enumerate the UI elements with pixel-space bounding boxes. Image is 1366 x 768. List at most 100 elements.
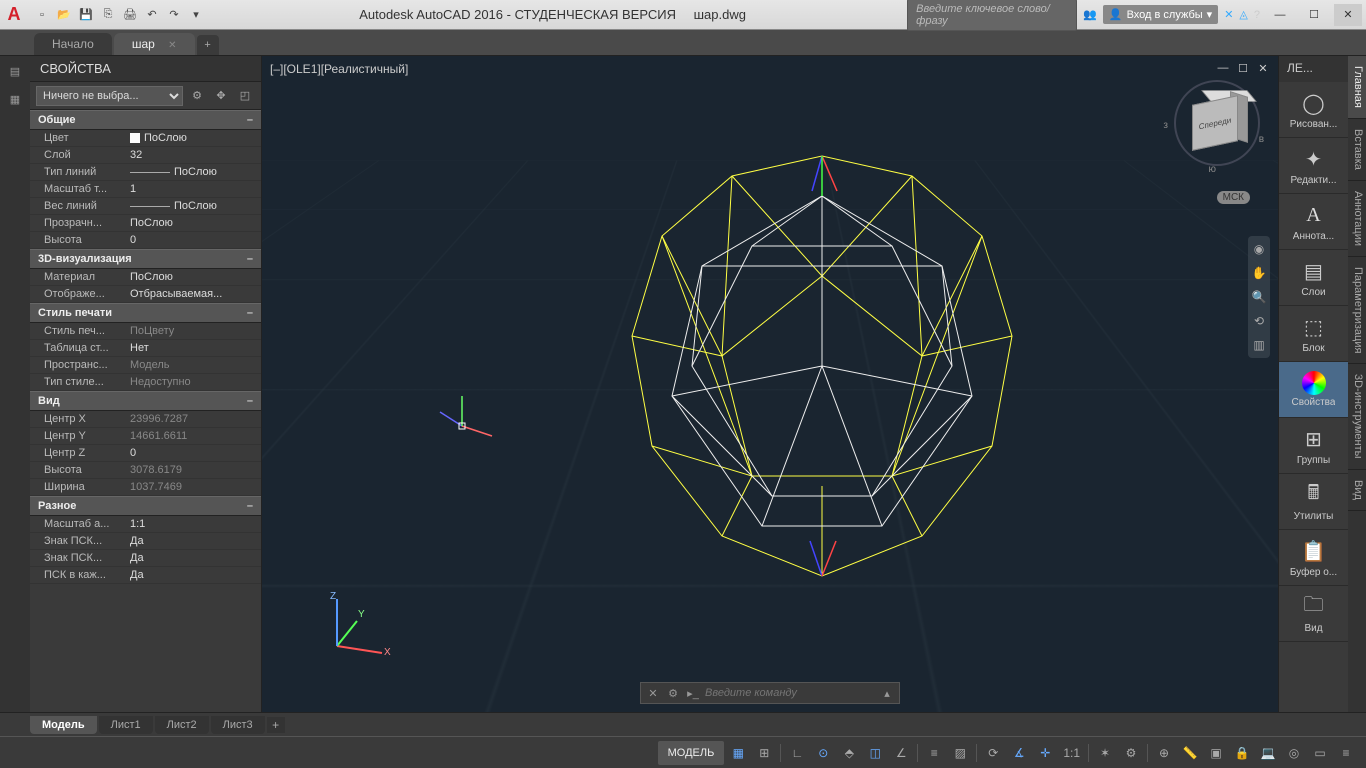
viewport-3d[interactable]: [–][OLE1][Реалистичный] — ☐ ✕ bbox=[262, 56, 1278, 712]
command-input[interactable] bbox=[705, 687, 875, 699]
undo-icon[interactable]: ↶ bbox=[142, 5, 162, 25]
tool-annotate[interactable]: AАннота... bbox=[1279, 194, 1348, 250]
infocenter-icon[interactable]: 👥 bbox=[1083, 8, 1097, 21]
props-quickselect-icon[interactable]: ⚙ bbox=[187, 86, 207, 106]
tool-groups[interactable]: ⊞Группы bbox=[1279, 418, 1348, 474]
section-general-header[interactable]: Общие– bbox=[30, 110, 261, 130]
status-transparency-icon[interactable]: ▨ bbox=[948, 741, 972, 765]
minimize-button[interactable]: — bbox=[1266, 4, 1294, 26]
prop-ascale-value[interactable]: 1:1 bbox=[130, 518, 261, 530]
status-dyn-icon[interactable]: ✛ bbox=[1033, 741, 1057, 765]
plot-icon[interactable]: 🖨 bbox=[120, 5, 140, 25]
prop-material-value[interactable]: ПоСлою bbox=[130, 271, 261, 283]
vp-close-icon[interactable]: ✕ bbox=[1256, 62, 1270, 75]
tool-view[interactable]: 🗀Вид bbox=[1279, 586, 1348, 642]
nav-wheel-icon[interactable]: ◉ bbox=[1250, 240, 1268, 258]
tool-draw[interactable]: ◯Рисован... bbox=[1279, 82, 1348, 138]
status-lock-icon[interactable]: 🔒 bbox=[1230, 741, 1254, 765]
help-icon[interactable]: ? bbox=[1254, 9, 1260, 21]
status-ortho-icon[interactable]: ∟ bbox=[785, 741, 809, 765]
status-units-icon[interactable]: 📏 bbox=[1178, 741, 1202, 765]
status-dducs-icon[interactable]: ∡ bbox=[1007, 741, 1031, 765]
prop-cz-value[interactable]: 0 bbox=[130, 447, 261, 459]
status-workspace-icon[interactable]: ⚙ bbox=[1119, 741, 1143, 765]
prop-transp-value[interactable]: ПоСлою bbox=[130, 217, 261, 229]
cmd-customize-icon[interactable]: ⚙ bbox=[665, 685, 681, 701]
command-line[interactable]: ✕ ⚙ ▸_ ▴ bbox=[640, 682, 900, 704]
status-customize-icon[interactable]: ≡ bbox=[1334, 741, 1358, 765]
close-button[interactable]: ✕ bbox=[1334, 4, 1362, 26]
prop-ptable-value[interactable]: Нет bbox=[130, 342, 261, 354]
saveas-icon[interactable]: ⎘ bbox=[98, 5, 118, 25]
status-model-button[interactable]: МОДЕЛЬ bbox=[658, 741, 725, 765]
status-lweight-icon[interactable]: ≡ bbox=[922, 741, 946, 765]
prop-cx-value[interactable]: 23996.7287 bbox=[130, 413, 261, 425]
tool-clipboard[interactable]: 📋Буфер о... bbox=[1279, 530, 1348, 586]
props-tab-properties-icon[interactable]: ▤ bbox=[4, 60, 26, 82]
cmd-history-icon[interactable]: ▴ bbox=[879, 685, 895, 701]
props-tab-other-icon[interactable]: ▦ bbox=[4, 88, 26, 110]
app-logo-icon[interactable]: A bbox=[4, 5, 24, 25]
nav-showmotion-icon[interactable]: ▥ bbox=[1250, 336, 1268, 354]
redo-icon[interactable]: ↷ bbox=[164, 5, 184, 25]
prop-ucs1-value[interactable]: Да bbox=[130, 535, 261, 547]
tab-close-icon[interactable]: ✕ bbox=[168, 40, 176, 51]
ribbon-tab-view[interactable]: Вид bbox=[1348, 470, 1366, 511]
status-osnap-icon[interactable]: ◫ bbox=[863, 741, 887, 765]
nav-zoom-icon[interactable]: 🔍 bbox=[1250, 288, 1268, 306]
status-iso-icon[interactable]: ⬘ bbox=[837, 741, 861, 765]
prop-cy-value[interactable]: 14661.6611 bbox=[130, 430, 261, 442]
open-icon[interactable]: 📂 bbox=[54, 5, 74, 25]
prop-linetype-value[interactable]: ПоСлою bbox=[130, 166, 261, 178]
status-snapmode-icon[interactable]: ⊞ bbox=[752, 741, 776, 765]
layout-tab-sheet3[interactable]: Лист3 bbox=[211, 716, 265, 734]
section-misc-header[interactable]: Разное– bbox=[30, 496, 261, 516]
props-selection-dropdown[interactable]: Ничего не выбра... bbox=[36, 86, 183, 106]
a360-icon[interactable]: ◬ bbox=[1239, 8, 1247, 21]
status-polar-icon[interactable]: ⊙ bbox=[811, 741, 835, 765]
prop-pstyle-value[interactable]: ПоЦвету bbox=[130, 325, 261, 337]
prop-lweight-value[interactable]: ПоСлою bbox=[130, 200, 261, 212]
file-tab-current[interactable]: шар ✕ bbox=[114, 33, 195, 55]
status-cycling-icon[interactable]: ⟳ bbox=[981, 741, 1005, 765]
qat-more-icon[interactable]: ▾ bbox=[186, 5, 206, 25]
prop-ucs2-value[interactable]: Да bbox=[130, 552, 261, 564]
status-gear-icon[interactable]: ✶ bbox=[1093, 741, 1117, 765]
status-hardware-icon[interactable]: 💻 bbox=[1256, 741, 1280, 765]
layout-tab-model[interactable]: Модель bbox=[30, 716, 97, 734]
section-view-header[interactable]: Вид– bbox=[30, 391, 261, 411]
keyword-search-input[interactable]: Введите ключевое слово/фразу bbox=[907, 0, 1077, 31]
status-3dosnap-icon[interactable]: ∠ bbox=[889, 741, 913, 765]
status-grid-icon[interactable]: ▦ bbox=[726, 741, 750, 765]
tool-edit[interactable]: ✦Редакти... bbox=[1279, 138, 1348, 194]
section-plot-header[interactable]: Стиль печати– bbox=[30, 303, 261, 323]
tool-block[interactable]: ⬚Блок bbox=[1279, 306, 1348, 362]
tool-layers[interactable]: ▤Слои bbox=[1279, 250, 1348, 306]
layout-tab-add[interactable]: + bbox=[267, 717, 285, 733]
status-isolate-icon[interactable]: ◎ bbox=[1282, 741, 1306, 765]
status-clean-icon[interactable]: ▭ bbox=[1308, 741, 1332, 765]
props-pickadd-icon[interactable]: ✥ bbox=[211, 86, 231, 106]
status-annoscale-label[interactable]: 1:1 bbox=[1059, 741, 1084, 765]
prop-ptstyle-value[interactable]: Недоступно bbox=[130, 376, 261, 388]
signin-button[interactable]: 👤 Вход в службы ▾ bbox=[1103, 5, 1218, 24]
vp-maximize-icon[interactable]: ☐ bbox=[1236, 62, 1250, 75]
vp-minimize-icon[interactable]: — bbox=[1216, 62, 1230, 75]
save-icon[interactable]: 💾 bbox=[76, 5, 96, 25]
new-icon[interactable]: ▫ bbox=[32, 5, 52, 25]
prop-vheight-value[interactable]: 3078.6179 bbox=[130, 464, 261, 476]
ribbon-tab-main[interactable]: Главная bbox=[1348, 56, 1366, 119]
ribbon-tab-param[interactable]: Параметризация bbox=[1348, 257, 1366, 364]
nav-orbit-icon[interactable]: ⟲ bbox=[1250, 312, 1268, 330]
nav-pan-icon[interactable]: ✋ bbox=[1250, 264, 1268, 282]
prop-height-value[interactable]: 0 bbox=[130, 234, 261, 246]
tool-properties[interactable]: Свойства bbox=[1279, 362, 1348, 418]
prop-color-value[interactable]: ПоСлою bbox=[130, 132, 261, 144]
ucs-name-badge[interactable]: МСК bbox=[1217, 191, 1250, 204]
prop-ucs3-value[interactable]: Да bbox=[130, 569, 261, 581]
tool-utilities[interactable]: 🖩Утилиты bbox=[1279, 474, 1348, 530]
prop-pspace-value[interactable]: Модель bbox=[130, 359, 261, 371]
status-quickprops-icon[interactable]: ▣ bbox=[1204, 741, 1228, 765]
prop-vwidth-value[interactable]: 1037.7469 bbox=[130, 481, 261, 493]
viewcube-front[interactable]: Спереди bbox=[1192, 95, 1238, 151]
